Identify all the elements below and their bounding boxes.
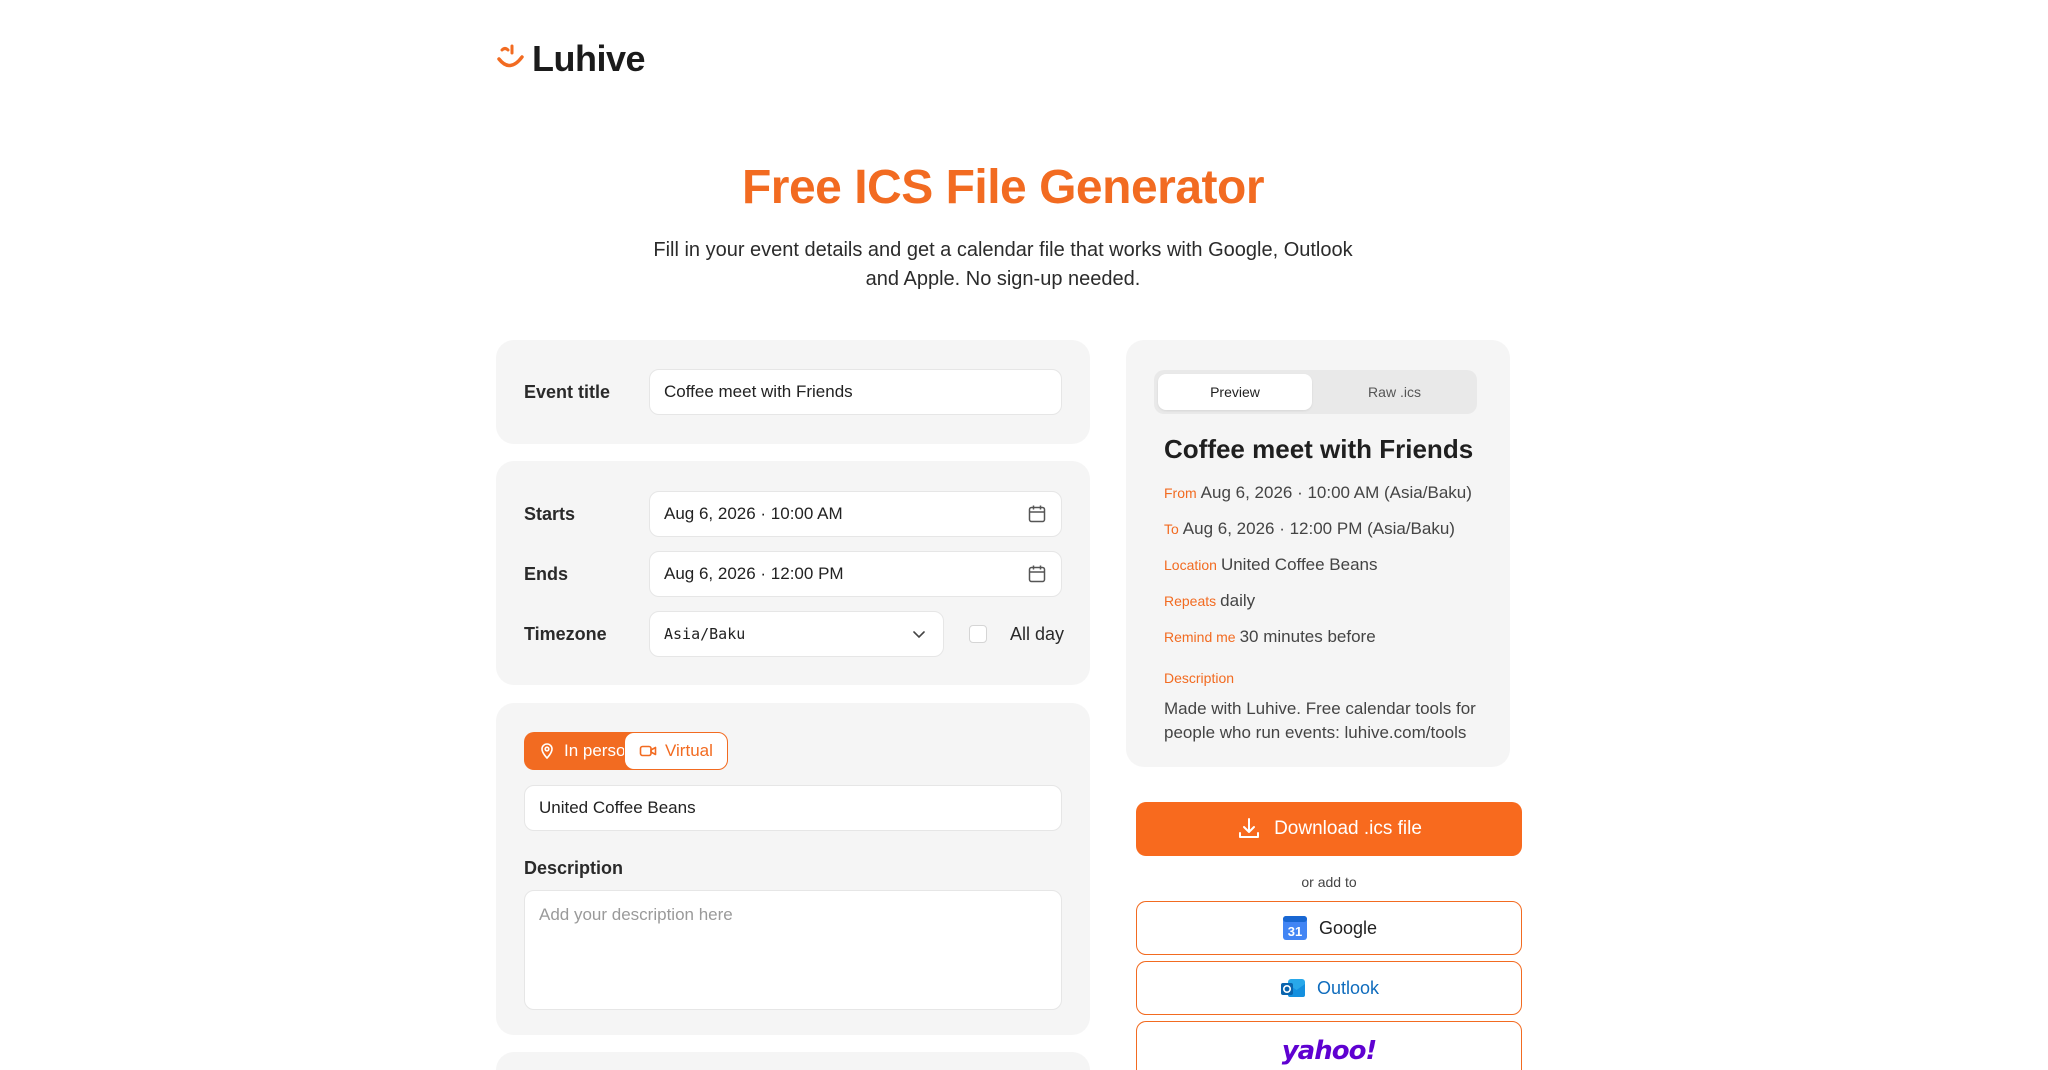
location-card: In person Virtual United Coffee Beans De…: [496, 703, 1090, 1035]
preview-location-value: United Coffee Beans: [1220, 555, 1378, 574]
luhive-logo-icon: [497, 44, 524, 68]
google-icon-number: 31: [1288, 924, 1302, 939]
preview-repeats-value: daily: [1220, 591, 1256, 610]
ends-label: Ends: [524, 564, 569, 584]
event-title-value: Coffee meet with Friends: [664, 382, 853, 401]
preview-description-key: Description: [1164, 670, 1235, 686]
preview-remind-value: 30 minutes before: [1239, 627, 1376, 646]
download-label: Download .ics file: [1274, 818, 1422, 839]
allday-checkbox[interactable]: [969, 625, 987, 643]
google-label: Google: [1318, 917, 1378, 938]
or-add-to-label: or add to: [1301, 874, 1357, 890]
starts-input[interactable]: Aug 6, 2026 · 10:00 AM: [649, 491, 1062, 537]
page-subtitle: Fill in your event details and get a cal…: [653, 239, 1353, 290]
timezone-label: Timezone: [524, 624, 607, 644]
outlook-icon: [1280, 979, 1305, 997]
preview-repeats: Repeats daily: [1164, 591, 1255, 611]
preview-repeats-key: Repeats: [1164, 593, 1217, 609]
ends-value: Aug 6, 2026 · 12:00 PM: [664, 564, 844, 583]
preview-remind-key: Remind me: [1164, 629, 1236, 645]
chevron-down-icon: [913, 631, 925, 639]
description-placeholder: Add your description here: [539, 905, 733, 924]
calendar-icon[interactable]: [1027, 564, 1047, 584]
virtual-button[interactable]: Virtual: [624, 732, 728, 770]
preview-location: Location United Coffee Beans: [1164, 555, 1378, 575]
page-title: Free ICS File Generator: [741, 161, 1265, 214]
map-pin-icon: [541, 743, 553, 760]
logo[interactable]: Luhive: [496, 38, 646, 80]
description-textarea[interactable]: Add your description here: [524, 890, 1062, 1010]
tab-preview[interactable]: Preview: [1158, 374, 1312, 410]
allday-label: All day: [1010, 624, 1065, 644]
download-icon: [1239, 818, 1260, 838]
preview-to-key: To: [1164, 521, 1179, 537]
add-to-google-button[interactable]: 31 Google: [1136, 901, 1522, 955]
description-label: Description: [524, 858, 624, 878]
google-calendar-icon: 31: [1282, 916, 1307, 940]
video-camera-icon: [639, 745, 657, 757]
preview-from-key: From: [1164, 485, 1197, 501]
starts-value: Aug 6, 2026 · 10:00 AM: [664, 504, 843, 523]
starts-label: Starts: [524, 504, 576, 524]
event-title-card: Event title Coffee meet with Friends: [496, 340, 1090, 444]
tab-raw-ics[interactable]: Raw .ics: [1316, 374, 1473, 410]
add-to-yahoo-button[interactable]: yahoo!: [1136, 1021, 1522, 1070]
event-title-input[interactable]: Coffee meet with Friends: [649, 369, 1062, 415]
yahoo-logo-icon: yahoo!: [1281, 1036, 1378, 1066]
next-card: [496, 1052, 1090, 1070]
preview-location-key: Location: [1164, 557, 1217, 573]
preview-remind: Remind me 30 minutes before: [1164, 627, 1376, 647]
logo-text: Luhive: [532, 38, 646, 79]
preview-from-value: Aug 6, 2026 · 10:00 AM (Asia/Baku): [1200, 483, 1472, 502]
calendar-icon[interactable]: [1027, 504, 1047, 524]
event-title-label: Event title: [524, 382, 611, 402]
outlook-label: Outlook: [1316, 977, 1380, 998]
download-ics-button[interactable]: Download .ics file: [1136, 802, 1522, 856]
timezone-value: Asia/Baku: [664, 625, 746, 643]
datetime-card: Starts Aug 6, 2026 · 10:00 AM Ends Aug 6…: [496, 461, 1090, 685]
preview-title: Coffee meet with Friends: [1164, 434, 1474, 464]
add-to-outlook-button[interactable]: Outlook: [1136, 961, 1522, 1015]
location-input[interactable]: United Coffee Beans: [524, 785, 1062, 831]
preview-from: From Aug 6, 2026 · 10:00 AM (Asia/Baku): [1164, 483, 1472, 503]
preview-tabs: Preview Raw .ics: [1154, 370, 1477, 414]
preview-to-value: Aug 6, 2026 · 12:00 PM (Asia/Baku): [1182, 519, 1455, 538]
ends-input[interactable]: Aug 6, 2026 · 12:00 PM: [649, 551, 1062, 597]
preview-description-value: Made with Luhive. Free calendar tools fo…: [1164, 699, 1476, 742]
preview-to: To Aug 6, 2026 · 12:00 PM (Asia/Baku): [1164, 519, 1455, 539]
timezone-select[interactable]: Asia/Baku: [649, 611, 944, 657]
virtual-label: Virtual: [665, 741, 713, 760]
location-value: United Coffee Beans: [539, 798, 696, 817]
